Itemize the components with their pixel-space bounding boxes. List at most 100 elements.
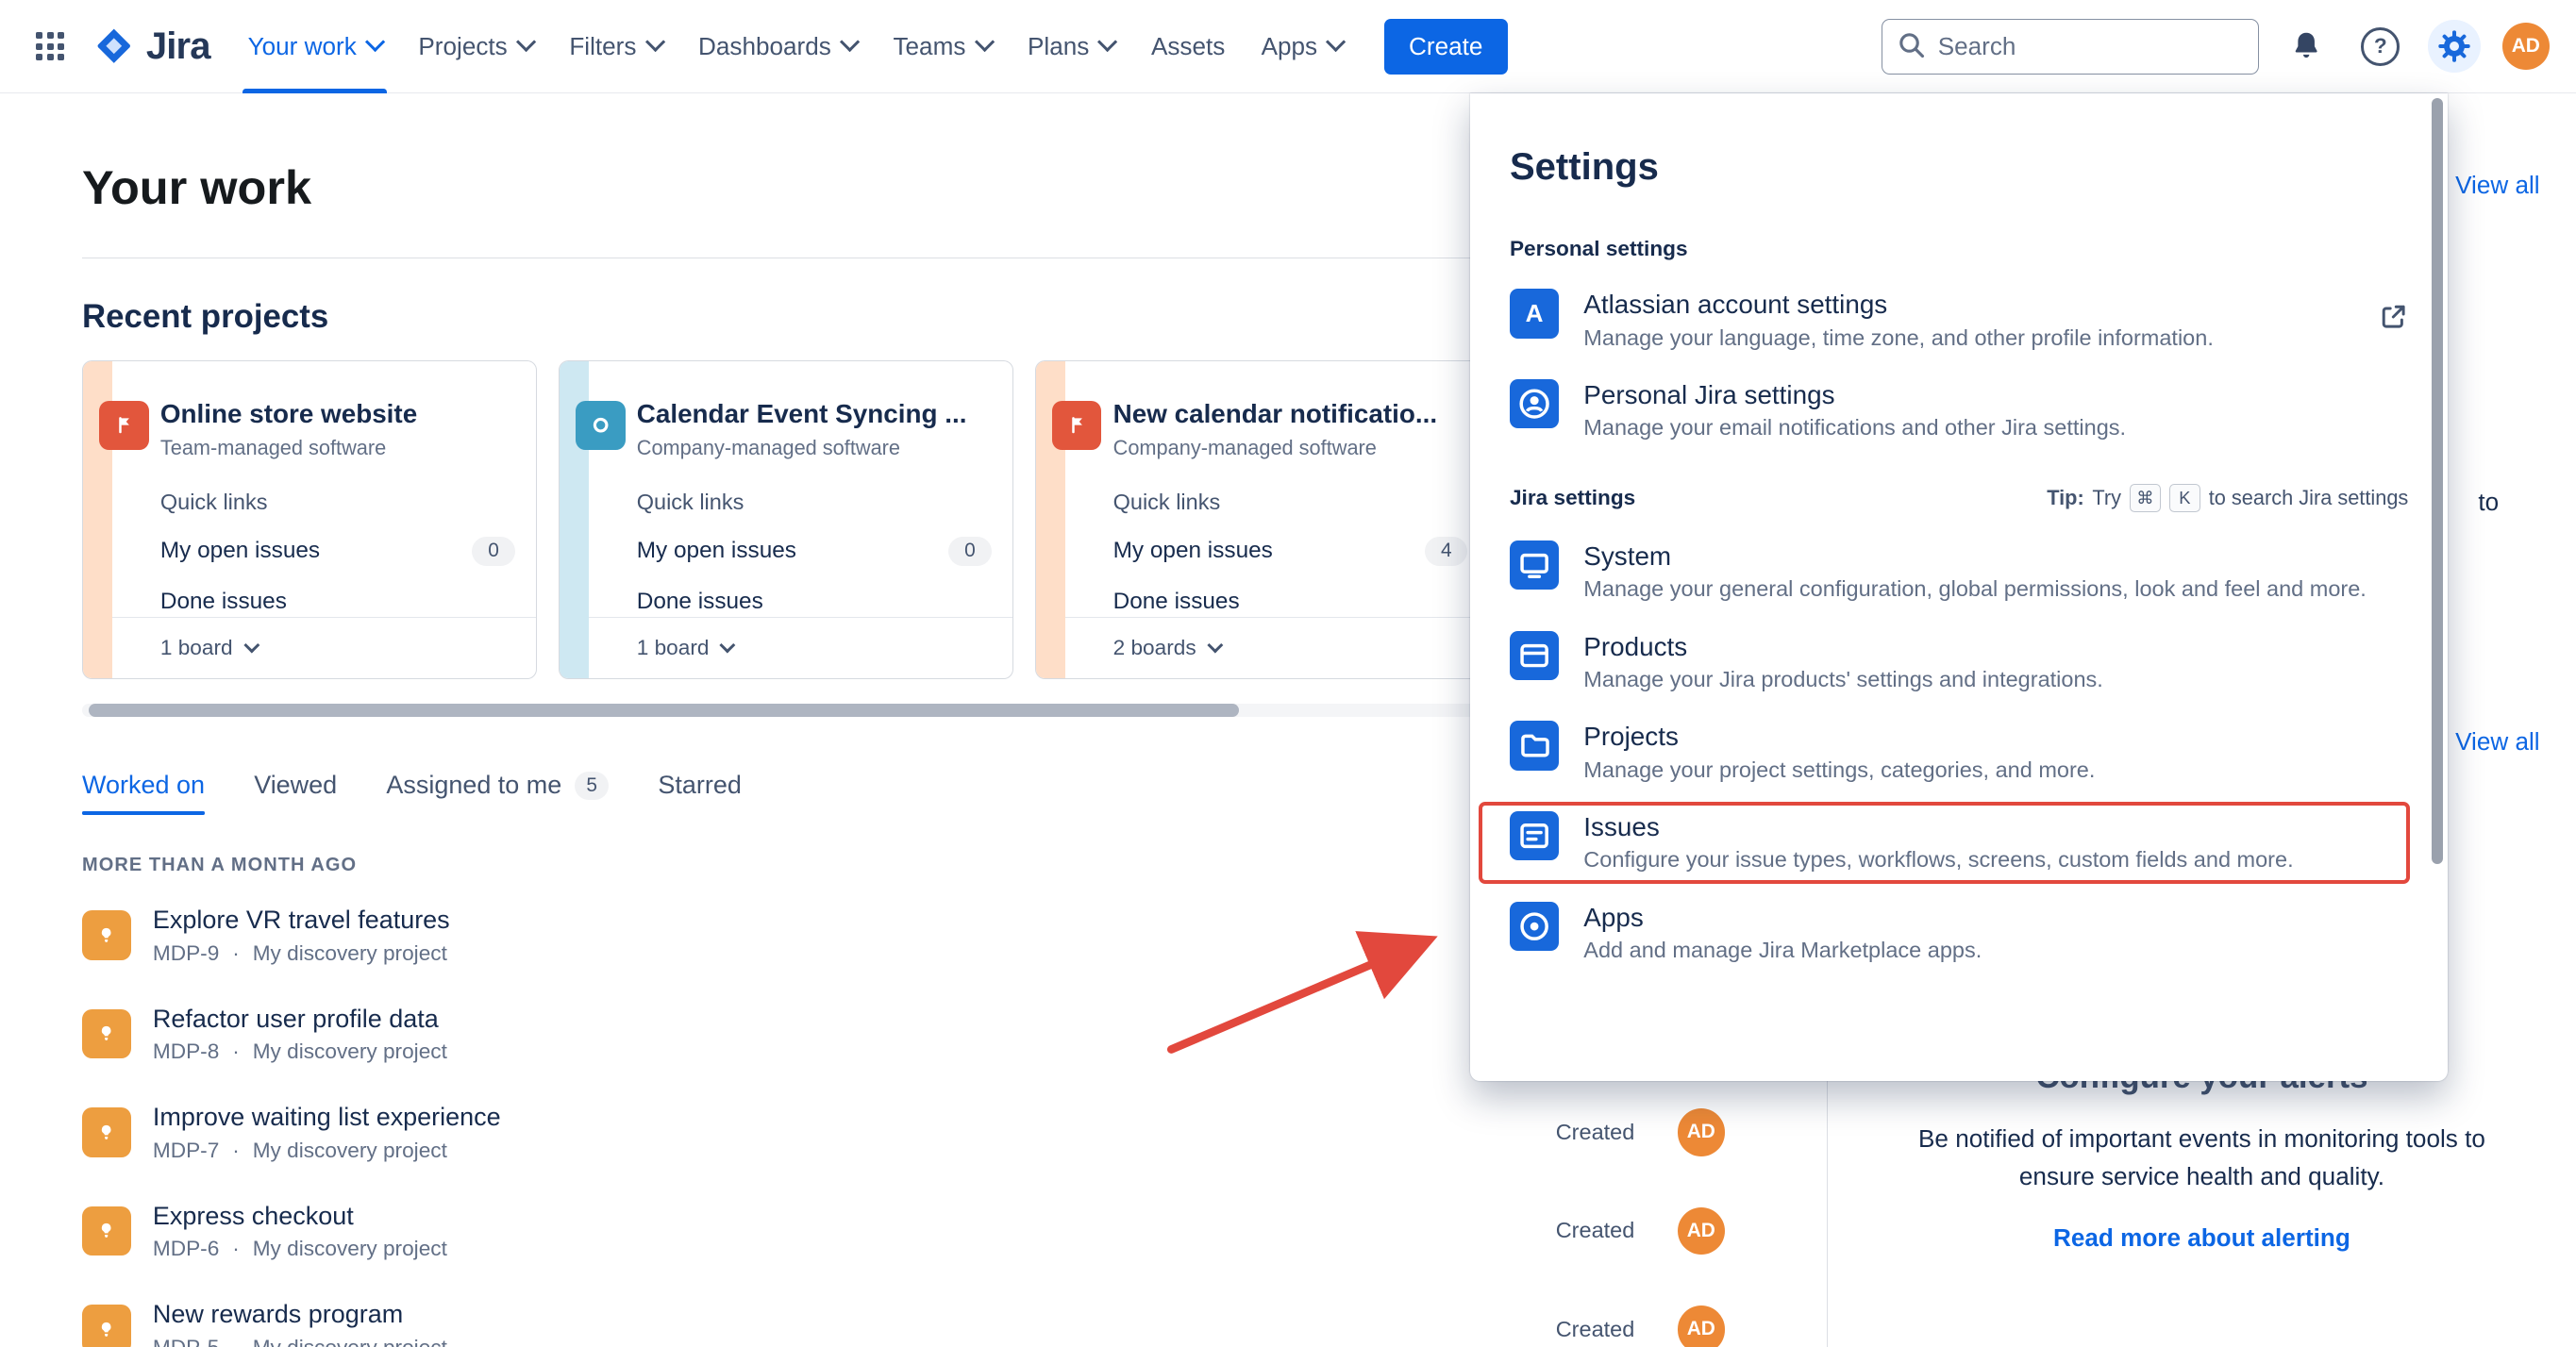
done-issues-link[interactable]: Done issues	[1113, 587, 1468, 616]
menu-item-text: System Manage your general configuration…	[1583, 540, 2367, 603]
my-open-issues-link[interactable]: My open issues 0	[637, 537, 992, 566]
done-issues-link[interactable]: Done issues	[160, 587, 515, 616]
project-card-calendar-sync[interactable]: Calendar Event Syncing ... Company-manag…	[559, 360, 1013, 679]
nav-label: Apps	[1262, 32, 1318, 61]
user-avatar[interactable]: AD	[2502, 23, 2550, 70]
view-all-link-top[interactable]: View all	[2455, 171, 2540, 200]
tab-starred[interactable]: Starred	[658, 771, 741, 815]
open-issues-count: 4	[1425, 537, 1467, 566]
work-item-title[interactable]: Explore VR travel features	[153, 905, 450, 936]
board-selector[interactable]: 2 boards	[1065, 617, 1489, 678]
work-item-meta: MDP-6 · My discovery project	[153, 1237, 447, 1261]
work-item-row[interactable]: Express checkout MDP-6 · My discovery pr…	[82, 1182, 1791, 1280]
alerts-card-body: Be notified of important events in monit…	[1877, 1120, 2526, 1195]
menu-item-atlassian-account-settings[interactable]: A Atlassian account settings Manage your…	[1510, 289, 2408, 351]
my-open-issues-link[interactable]: My open issues 0	[160, 537, 515, 566]
work-item-text: New rewards program MDP-5 · My discovery…	[153, 1299, 447, 1346]
view-all-link-mid[interactable]: View all	[2455, 727, 2540, 757]
chevron-down-icon	[974, 32, 994, 52]
board-selector[interactable]: 1 board	[112, 617, 536, 678]
project-name[interactable]: New calendar notificatio...	[1113, 398, 1468, 429]
alerts-promo-card: Configure your alerts Be notified of imp…	[1877, 1056, 2526, 1253]
nav-filters[interactable]: Filters	[551, 0, 680, 93]
jira-logo[interactable]: Jira	[93, 25, 209, 68]
work-item-status-group: Created AD	[1556, 1207, 1725, 1255]
work-item-title[interactable]: New rewards program	[153, 1299, 447, 1330]
work-item-title[interactable]: Refactor user profile data	[153, 1004, 447, 1035]
assignee-avatar[interactable]: AD	[1678, 1207, 1725, 1255]
notifications-button[interactable]	[2281, 20, 2333, 73]
issues-icon	[1510, 811, 1559, 860]
jira-your-work-page: Jira Your work Projects Filters Dashboar…	[0, 0, 2576, 1347]
nav-your-work[interactable]: Your work	[229, 0, 400, 93]
settings-button[interactable]	[2428, 20, 2481, 73]
work-item-text: Improve waiting list experience MDP-7 · …	[153, 1102, 501, 1162]
work-item-text: Explore VR travel features MDP-9 · My di…	[153, 905, 450, 965]
menu-item-products[interactable]: Products Manage your Jira products' sett…	[1510, 631, 2408, 693]
jira-logo-icon	[93, 25, 135, 67]
done-issues-link[interactable]: Done issues	[637, 587, 992, 616]
app-switcher-button[interactable]	[26, 23, 74, 70]
search-icon	[1898, 31, 1926, 59]
menu-item-description: Manage your general configuration, globa…	[1583, 576, 2367, 603]
menu-item-system[interactable]: System Manage your general configuration…	[1510, 540, 2408, 603]
dropdown-scrollbar[interactable]	[2432, 98, 2443, 863]
menu-item-description: Add and manage Jira Marketplace apps.	[1583, 938, 1982, 964]
issue-key: MDP-8	[153, 1039, 219, 1064]
menu-item-description: Manage your project settings, categories…	[1583, 757, 2095, 784]
work-item-meta: MDP-7 · My discovery project	[153, 1139, 501, 1163]
gear-icon	[2435, 27, 2473, 65]
board-selector[interactable]: 1 board	[589, 617, 1012, 678]
chevron-down-icon	[365, 32, 385, 52]
menu-item-title: System	[1583, 540, 2367, 572]
work-item-title[interactable]: Improve waiting list experience	[153, 1102, 501, 1133]
project-name-label: My discovery project	[253, 1336, 447, 1347]
tab-label: Assigned to me	[386, 771, 561, 800]
tab-worked-on[interactable]: Worked on	[82, 771, 205, 815]
primary-navigation: Your work Projects Filters Dashboards Te…	[229, 0, 1361, 93]
jira-settings-heading-row: Jira settings Tip: Try ⌘ K to search Jir…	[1510, 484, 2408, 512]
menu-item-personal-jira-settings[interactable]: Personal Jira settings Manage your email…	[1510, 379, 2408, 441]
external-link-icon	[2379, 302, 2408, 338]
nav-assets[interactable]: Assets	[1133, 0, 1244, 93]
project-card-online-store[interactable]: Online store website Team-managed softwa…	[82, 360, 537, 679]
project-card-new-calendar[interactable]: New calendar notificatio... Company-mana…	[1035, 360, 1490, 679]
cmd-key-icon: ⌘	[2130, 484, 2161, 512]
work-item-row[interactable]: Improve waiting list experience MDP-7 · …	[82, 1083, 1791, 1181]
scrollbar-thumb[interactable]	[89, 704, 1239, 717]
nav-teams[interactable]: Teams	[875, 0, 1010, 93]
status-label: Created	[1556, 1317, 1635, 1342]
work-item-meta: MDP-5 · My discovery project	[153, 1336, 447, 1347]
project-avatar-icon	[99, 401, 148, 450]
project-name[interactable]: Calendar Event Syncing ...	[637, 398, 992, 429]
work-item-row[interactable]: New rewards program MDP-5 · My discovery…	[82, 1280, 1791, 1346]
chevron-down-icon	[1207, 638, 1223, 654]
text-fragment: to	[2478, 488, 2499, 517]
board-count-label: 1 board	[637, 636, 710, 660]
tab-assigned-to-me[interactable]: Assigned to me 5	[386, 771, 609, 815]
read-more-alerting-link[interactable]: Read more about alerting	[2053, 1223, 2350, 1253]
menu-item-title: Personal Jira settings	[1583, 379, 2126, 410]
idea-icon	[82, 1305, 131, 1346]
nav-dashboards[interactable]: Dashboards	[680, 0, 875, 93]
issue-key: MDP-7	[153, 1139, 219, 1163]
menu-item-description: Manage your language, time zone, and oth…	[1583, 325, 2214, 352]
nav-plans[interactable]: Plans	[1010, 0, 1133, 93]
assignee-avatar[interactable]: AD	[1678, 1305, 1725, 1346]
issue-key: MDP-5	[153, 1336, 219, 1347]
help-button[interactable]: ?	[2354, 20, 2407, 73]
project-name[interactable]: Online store website	[160, 398, 515, 429]
nav-projects[interactable]: Projects	[400, 0, 551, 93]
menu-item-projects[interactable]: Projects Manage your project settings, c…	[1510, 721, 2408, 783]
create-button[interactable]: Create	[1384, 19, 1508, 75]
assignee-avatar[interactable]: AD	[1678, 1108, 1725, 1156]
menu-item-title: Projects	[1583, 721, 2095, 752]
my-open-issues-link[interactable]: My open issues 4	[1113, 537, 1468, 566]
menu-item-issues[interactable]: Issues Configure your issue types, workf…	[1510, 811, 2408, 873]
work-item-title[interactable]: Express checkout	[153, 1201, 447, 1232]
menu-item-apps[interactable]: Apps Add and manage Jira Marketplace app…	[1510, 902, 2408, 964]
nav-apps[interactable]: Apps	[1243, 0, 1361, 93]
chevron-down-icon	[644, 32, 664, 52]
search-input[interactable]	[1882, 19, 2259, 75]
tab-viewed[interactable]: Viewed	[254, 771, 337, 815]
